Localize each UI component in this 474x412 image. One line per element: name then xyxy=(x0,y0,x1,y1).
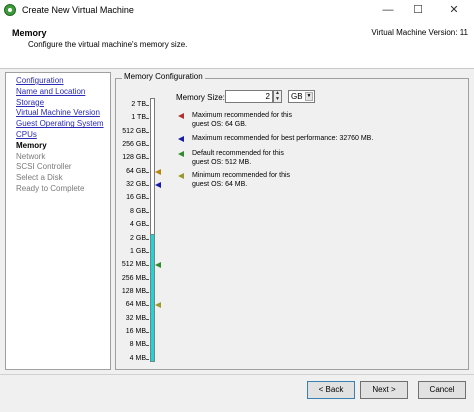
scale-label: 4 MB xyxy=(129,354,146,362)
cancel-button[interactable]: Cancel xyxy=(418,381,466,399)
legend-line: Default recommended for this xyxy=(192,150,284,157)
scale-label: 2 TB xyxy=(131,101,146,108)
scale-label: 32 MB xyxy=(125,314,146,322)
scale-label: 256 MB xyxy=(121,274,146,282)
memory-size-label: Memory Size: xyxy=(176,93,225,102)
scale-tick xyxy=(146,225,149,227)
maximize-button[interactable]: ☐ xyxy=(404,2,432,18)
scale-label: 64 GB xyxy=(126,167,146,175)
next-button[interactable]: Next > xyxy=(360,381,408,399)
scale-tick xyxy=(146,118,149,120)
legend-text: Maximum recommended for best performance… xyxy=(192,135,392,144)
minimize-button[interactable]: — xyxy=(374,2,402,18)
step-storage[interactable]: Storage xyxy=(6,98,110,109)
title-bar: Create New Virtual Machine — ☐ ✕ xyxy=(0,0,474,22)
recommendation-marker-icon xyxy=(155,302,161,309)
legend-text: Minimum recommended for this guest OS: 64… xyxy=(192,172,392,189)
scale-label: 32 GB xyxy=(126,181,146,189)
legend-text: Maximum recommended for this guest OS: 64… xyxy=(192,112,392,129)
scale-tick xyxy=(146,305,149,307)
scale-tick xyxy=(146,171,149,173)
scale-tick xyxy=(146,198,149,200)
scale-tick xyxy=(146,345,149,347)
scale-tick xyxy=(146,278,149,280)
legend-marker-icon xyxy=(178,113,184,119)
legend-line: Minimum recommended for this xyxy=(192,172,291,179)
scale-tick xyxy=(146,211,149,213)
scale-label: 16 GB xyxy=(126,194,146,202)
scale-tick xyxy=(146,358,149,360)
page-title: Memory xyxy=(12,28,47,38)
step-guest-operating-system[interactable]: Guest Operating System xyxy=(6,119,110,130)
vm-version-label: Virtual Machine Version: 11 xyxy=(371,28,468,37)
scale-tick xyxy=(146,291,149,293)
scale-tick xyxy=(146,318,149,320)
step-select-a-disk: Select a Disk xyxy=(16,173,63,183)
recommendation-marker-icon xyxy=(155,262,161,269)
scale-tick xyxy=(146,251,149,253)
legend-line: Maximum recommended for this xyxy=(192,112,292,119)
scale-label: 64 MB xyxy=(125,301,146,309)
scale-tick xyxy=(146,265,149,267)
vmware-app-icon xyxy=(4,4,16,16)
step-virtual-machine-version[interactable]: Virtual Machine Version xyxy=(6,108,110,119)
step-cpus[interactable]: CPUs xyxy=(6,130,110,141)
step-network: Network xyxy=(16,151,46,161)
legend-marker-icon xyxy=(178,151,184,157)
legend-line: guest OS: 64 MB. xyxy=(192,180,248,188)
step-memory: Memory xyxy=(16,140,47,150)
scale-label: 2 GB xyxy=(130,234,146,242)
scale-label: 1 TB xyxy=(131,114,146,122)
memory-size-input[interactable] xyxy=(225,90,273,103)
memory-unit-value: GB xyxy=(291,92,303,101)
step-scsi-controller: SCSI Controller xyxy=(16,162,72,172)
memory-configuration-title: Memory Configuration xyxy=(122,72,205,81)
scale-label: 128 MB xyxy=(121,287,146,295)
page-subtitle: Configure the virtual machine's memory s… xyxy=(28,40,188,49)
memory-unit-select[interactable]: GB ▼ xyxy=(288,90,315,103)
legend-marker-icon xyxy=(178,173,184,179)
legend-line: guest OS: 512 MB. xyxy=(192,158,252,166)
legend-line: guest OS: 64 GB. xyxy=(192,120,247,128)
legend-line: Maximum recommended for best performance… xyxy=(192,135,374,142)
scale-tick xyxy=(146,158,149,160)
back-button[interactable]: < Back xyxy=(307,381,355,399)
scale-label: 8 GB xyxy=(130,207,146,215)
scale-tick xyxy=(146,105,149,106)
recommendation-marker-icon xyxy=(155,168,161,175)
scale-label: 512 GB xyxy=(122,127,146,135)
scale-tick xyxy=(146,145,149,147)
legend-text: Default recommended for this guest OS: 51… xyxy=(192,150,392,167)
spin-down-icon[interactable]: ▼ xyxy=(275,97,280,102)
scale-tick xyxy=(146,131,149,133)
window-title: Create New Virtual Machine xyxy=(22,5,134,15)
step-ready-to-complete: Ready to Complete xyxy=(16,183,85,193)
scale-tick xyxy=(146,331,149,333)
scale-label: 8 MB xyxy=(129,341,146,349)
scale-label: 128 GB xyxy=(122,154,146,162)
close-button[interactable]: ✕ xyxy=(440,2,468,18)
wizard-header: Memory Configure the virtual machine's m… xyxy=(0,22,474,69)
chevron-down-icon[interactable]: ▼ xyxy=(305,92,313,101)
step-configuration[interactable]: Configuration xyxy=(6,76,110,87)
memory-slider-fill xyxy=(150,233,155,362)
wizard-steps-panel: Configuration Name and Location Storage … xyxy=(5,72,111,370)
scale-label: 512 MB xyxy=(121,261,146,269)
legend-marker-icon xyxy=(178,136,184,142)
scale-label: 4 GB xyxy=(130,221,146,229)
scale-label: 16 MB xyxy=(125,327,146,335)
memory-size-spinner[interactable]: ▲ ▼ xyxy=(273,90,282,103)
recommendation-marker-icon xyxy=(155,182,161,189)
scale-tick xyxy=(146,238,149,240)
footer-divider xyxy=(0,374,474,375)
step-name-and-location[interactable]: Name and Location xyxy=(6,87,110,98)
scale-tick xyxy=(146,185,149,187)
scale-label: 256 GB xyxy=(122,141,146,149)
scale-label: 1 GB xyxy=(130,247,146,255)
